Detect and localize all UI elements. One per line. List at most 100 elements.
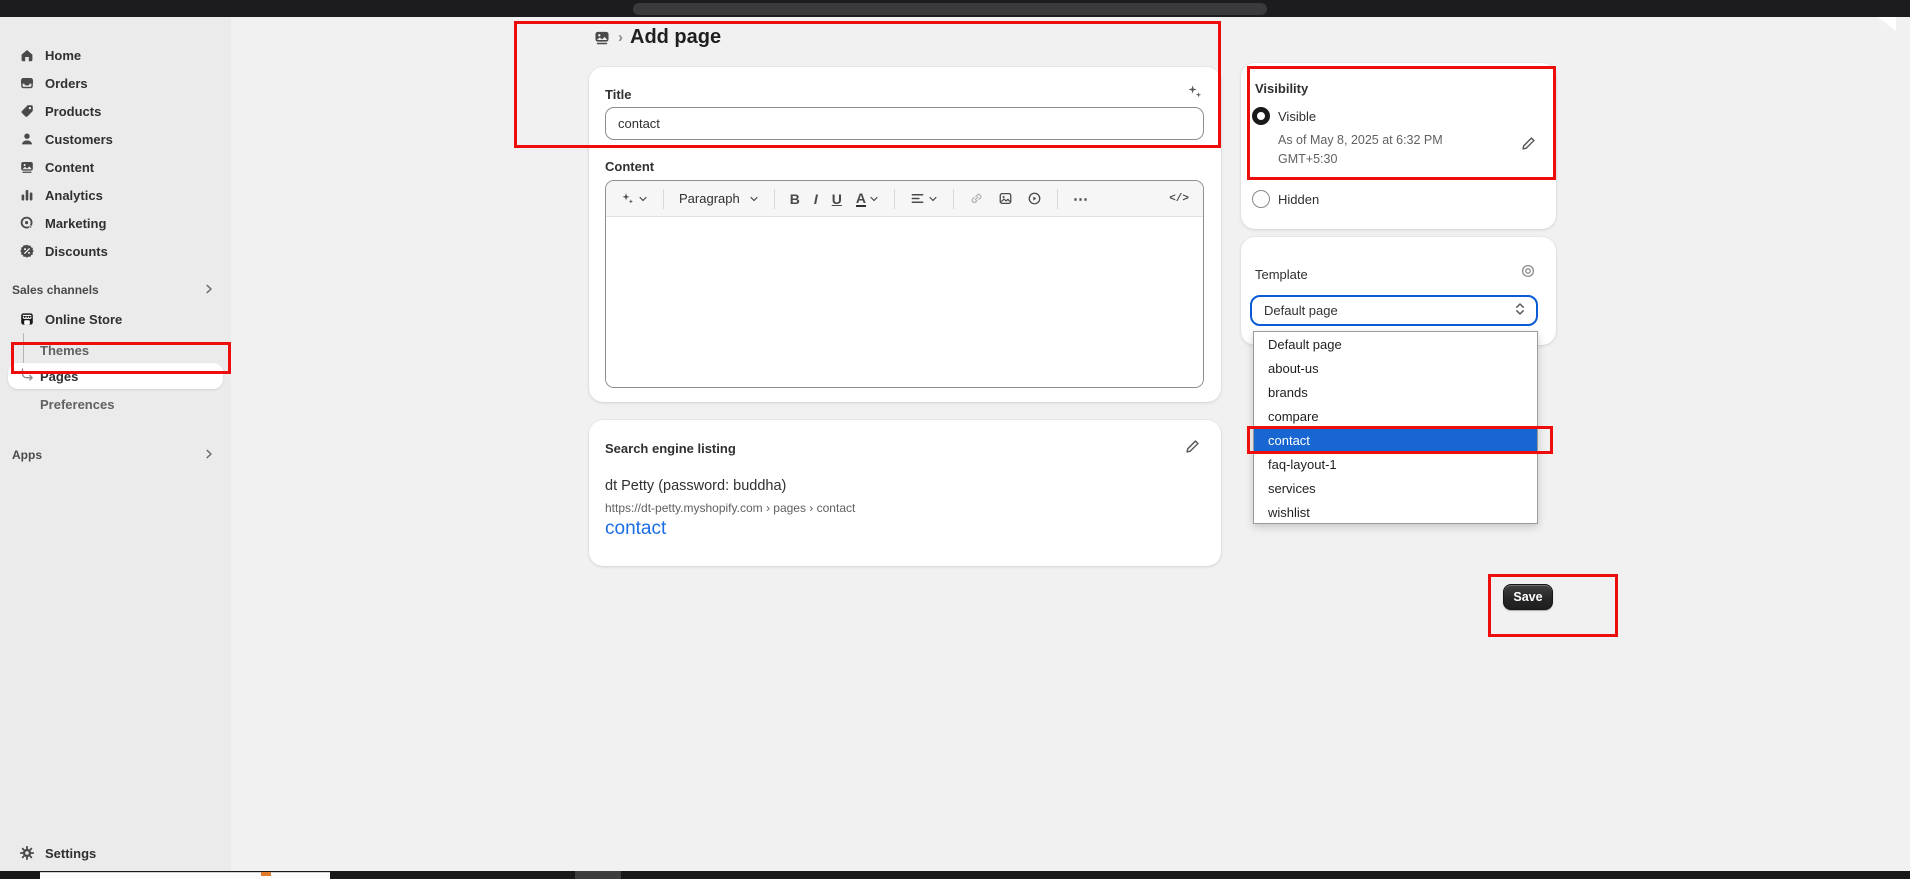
rich-text-editor: Paragraph B I U A	[605, 180, 1204, 388]
view-template-icon[interactable]	[1520, 263, 1536, 282]
sidebar-item-label: Marketing	[45, 216, 106, 231]
sidebar-item-discounts[interactable]: Discounts	[8, 237, 223, 265]
bold-button[interactable]: B	[786, 188, 804, 210]
dropdown-option[interactable]: services	[1254, 476, 1537, 500]
sidebar-item-label: Online Store	[45, 312, 122, 327]
dropdown-option-highlighted[interactable]: contact	[1254, 428, 1537, 452]
template-label: Template	[1255, 267, 1308, 282]
title-input[interactable]	[605, 107, 1204, 140]
storefront-icon	[18, 311, 35, 328]
bottom-bar-accent	[261, 872, 271, 876]
dropdown-option[interactable]: wishlist	[1254, 500, 1537, 524]
show-html-button[interactable]: </>	[1165, 190, 1193, 208]
pages-breadcrumb-icon[interactable]	[593, 29, 611, 47]
chevron-down-icon	[749, 194, 759, 204]
link-button[interactable]	[965, 188, 988, 209]
apps-label: Apps	[12, 448, 42, 462]
save-button[interactable]: Save	[1503, 584, 1553, 610]
breadcrumb-separator: ›	[611, 29, 630, 46]
italic-button[interactable]: I	[810, 188, 822, 210]
insert-video-button[interactable]	[1023, 188, 1046, 209]
visible-radio[interactable]	[1252, 107, 1270, 125]
sidebar-item-pages[interactable]: Pages	[8, 363, 223, 389]
sidebar-item-label: Products	[45, 104, 101, 119]
seo-url: https://dt-petty.myshopify.com › pages ›…	[605, 501, 855, 515]
template-select[interactable]: Default page	[1250, 295, 1538, 326]
breadcrumb: › Add page	[593, 26, 721, 49]
home-icon	[18, 47, 35, 64]
sidebar-item-label: Settings	[45, 846, 96, 861]
sidebar-item-marketing[interactable]: Marketing	[8, 209, 223, 237]
play-circle-icon	[1027, 191, 1042, 206]
toolbar-divider	[663, 189, 664, 209]
toolbar-divider	[953, 189, 954, 209]
tag-icon	[18, 103, 35, 120]
seo-page-link[interactable]: contact	[605, 518, 666, 540]
alignment-dropdown[interactable]	[906, 188, 942, 209]
chevron-down-icon	[928, 194, 938, 204]
chevron-down-icon	[869, 194, 879, 204]
template-dropdown-list: Default page about-us brands compare con…	[1253, 331, 1538, 524]
sidebar-item-home[interactable]: Home	[8, 41, 223, 69]
visible-radio-label: Visible	[1278, 109, 1316, 124]
edit-visibility-pencil-icon[interactable]	[1520, 135, 1537, 155]
target-icon	[18, 215, 35, 232]
insert-image-button[interactable]	[994, 188, 1017, 209]
sidebar-item-preferences[interactable]: Preferences	[8, 391, 223, 417]
sidebar: Home Orders Products Customers Content	[0, 17, 231, 871]
page-title: Add page	[630, 26, 721, 49]
visibility-heading: Visibility	[1255, 81, 1308, 96]
paragraph-label: Paragraph	[679, 191, 740, 206]
chevron-down-icon	[638, 194, 648, 204]
sidebar-item-themes[interactable]: Themes	[8, 337, 223, 363]
seo-heading: Search engine listing	[605, 441, 736, 456]
sidebar-item-customers[interactable]: Customers	[8, 125, 223, 153]
sidebar-item-label: Analytics	[45, 188, 103, 203]
sidebar-item-label: Pages	[40, 369, 78, 384]
editor-body[interactable]	[606, 217, 1203, 388]
title-label: Title	[605, 87, 632, 102]
content-icon	[18, 159, 35, 176]
apps-header[interactable]: Apps	[8, 443, 223, 467]
title-content-card: Title Content Paragraph B I U	[589, 67, 1221, 402]
edit-seo-pencil-icon[interactable]	[1184, 438, 1201, 458]
sidebar-item-online-store[interactable]: Online Store	[8, 305, 223, 333]
schedule-line-2: GMT+5:30	[1278, 150, 1488, 169]
sidebar-item-orders[interactable]: Orders	[8, 69, 223, 97]
sidebar-item-label: Themes	[40, 343, 89, 358]
dropdown-option[interactable]: Default page	[1254, 332, 1537, 356]
paragraph-style-dropdown[interactable]: Paragraph	[675, 188, 763, 209]
select-updown-icon	[1514, 302, 1526, 319]
dropdown-option[interactable]: faq-layout-1	[1254, 452, 1537, 476]
dropdown-option[interactable]: about-us	[1254, 356, 1537, 380]
bottom-bar-window	[40, 872, 330, 879]
discount-badge-icon	[18, 243, 35, 260]
dropdown-option[interactable]: compare	[1254, 404, 1537, 428]
sales-channels-label: Sales channels	[12, 283, 99, 297]
sidebar-item-analytics[interactable]: Analytics	[8, 181, 223, 209]
more-options-button[interactable]: ⋯	[1069, 187, 1093, 211]
sidebar-item-content[interactable]: Content	[8, 153, 223, 181]
seo-site-title: dt Petty (password: buddha)	[605, 478, 786, 494]
schedule-line-1: As of May 8, 2025 at 6:32 PM	[1278, 131, 1488, 150]
magic-sparkle-icon[interactable]	[1186, 83, 1203, 103]
underline-button[interactable]: U	[828, 188, 846, 210]
ai-magic-button[interactable]	[616, 188, 652, 209]
image-icon	[998, 191, 1013, 206]
sales-channels-header[interactable]: Sales channels	[8, 278, 223, 302]
hidden-radio[interactable]	[1252, 190, 1270, 208]
seo-card: Search engine listing dt Petty (password…	[589, 420, 1221, 566]
text-color-dropdown[interactable]: A	[852, 188, 883, 210]
sidebar-item-label: Discounts	[45, 244, 108, 259]
sidebar-item-settings[interactable]: Settings	[8, 839, 223, 867]
link-icon	[969, 191, 984, 206]
elbow-arrow-icon	[20, 367, 36, 386]
chevron-right-icon	[203, 448, 215, 463]
dropdown-option[interactable]: brands	[1254, 380, 1537, 404]
text-color-label: A	[856, 191, 866, 207]
sidebar-item-products[interactable]: Products	[8, 97, 223, 125]
chevron-right-icon	[203, 283, 215, 298]
visibility-card: Visibility Visible As of May 8, 2025 at …	[1241, 63, 1556, 229]
editor-toolbar: Paragraph B I U A	[606, 181, 1203, 217]
visibility-schedule: As of May 8, 2025 at 6:32 PM GMT+5:30	[1278, 131, 1488, 170]
